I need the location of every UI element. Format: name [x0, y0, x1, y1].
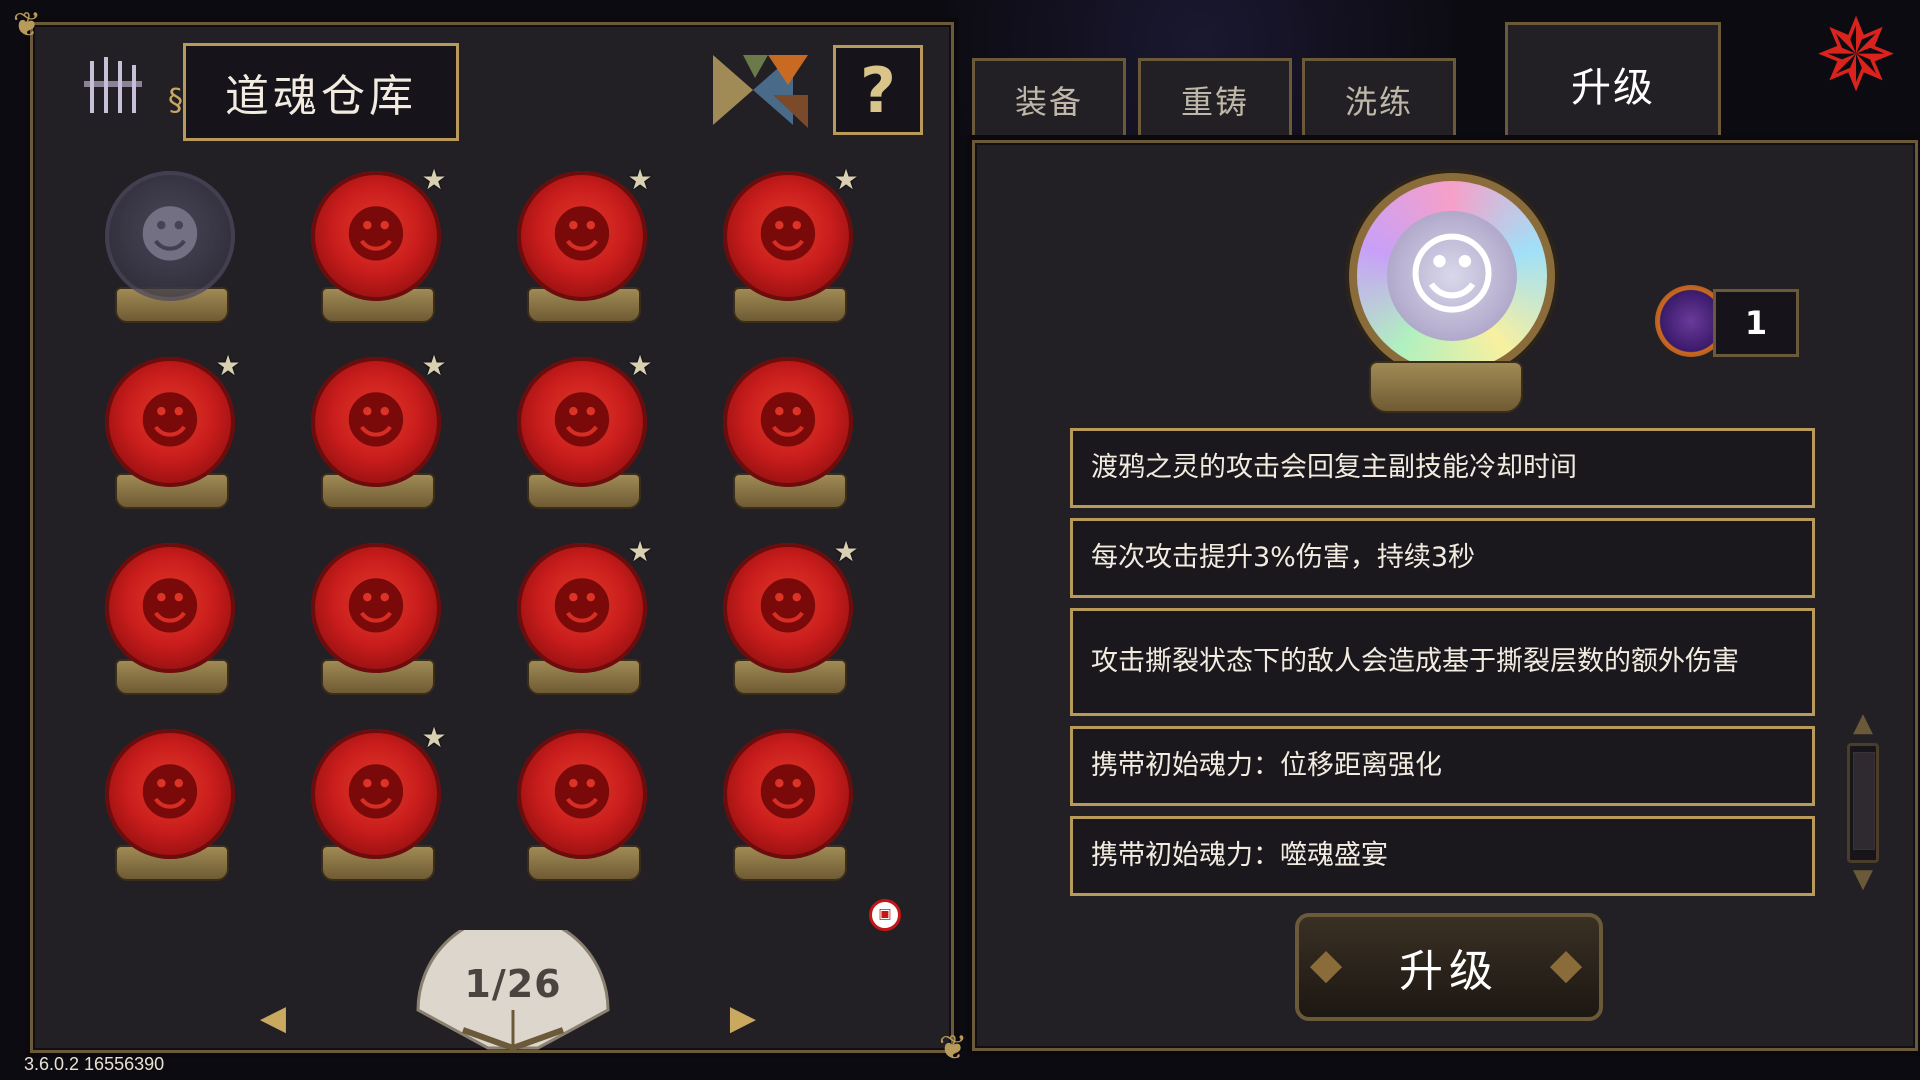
soul-portrait-icon: ☻ — [755, 756, 821, 829]
tangram-icon[interactable] — [713, 50, 813, 130]
effect-item: 携带初始魂力：位移距离强化 — [1070, 726, 1815, 806]
soul-slot[interactable]: ☻ ★ — [299, 351, 449, 511]
star-icon: ★ — [627, 349, 653, 382]
soul-portrait-icon: ☺ — [1405, 223, 1499, 328]
scroll-track[interactable] — [1847, 743, 1879, 863]
soul-slot[interactable]: ☻ ★ — [505, 537, 655, 697]
help-button[interactable]: ? — [833, 45, 923, 135]
star-icon: ★ — [627, 535, 653, 568]
star-icon: ★ — [627, 163, 653, 196]
star-icon: ★ — [421, 163, 447, 196]
effect-scrollbar[interactable]: ▲ ▼ — [1843, 710, 1883, 893]
soul-portrait-icon: ☻ — [343, 198, 409, 271]
selected-soul-orb: ☺ — [1349, 173, 1555, 379]
soul-grid: ☻ ☻ ★ ☻ ★ ☻ ★ ☻ ★ ☻ ★ ☻ ★ ☻ ☻ ☻ ☻ ★ ☻ ★ ☻ ☻ ★ ☻ ☻ — [93, 165, 913, 905]
effect-item: 渡鸦之灵的攻击会回复主副技能冷却时间 — [1070, 428, 1815, 508]
tab-equip[interactable]: 装备 — [972, 58, 1126, 139]
soul-slot[interactable]: ☻ ★ — [505, 165, 655, 325]
soul-portrait-icon: ☻ — [343, 384, 409, 457]
soul-portrait-icon: ☻ — [549, 756, 615, 829]
tab-reforge[interactable]: 重铸 — [1138, 58, 1292, 139]
soul-portrait-icon: ☻ — [343, 756, 409, 829]
lock-badge-icon: ▣ — [869, 899, 901, 931]
soul-orb: ☻ — [105, 171, 235, 301]
soul-orb: ☻ — [311, 543, 441, 673]
page-indicator: 1/26 — [464, 962, 562, 1006]
arrow-left-deco-icon: ◆ — [1309, 939, 1349, 988]
soul-slot[interactable]: ☻ ★ — [711, 537, 861, 697]
arrow-right-deco-icon: ◆ — [1549, 939, 1589, 988]
weapon-rack-icon — [84, 57, 142, 113]
arrow-left-icon[interactable]: ◀ — [253, 1000, 293, 1036]
soul-slot[interactable]: ☻ — [93, 723, 243, 883]
ornament-corner-icon: ❦ — [12, 5, 42, 45]
soul-orb: ☻ — [105, 543, 235, 673]
ornament-corner-icon: ❦ — [938, 1028, 968, 1068]
soul-portrait-icon: ☻ — [755, 570, 821, 643]
arrow-right-icon[interactable]: ▶ — [723, 1000, 763, 1036]
soul-warehouse-panel: ❦ ❦ § 道魂仓库 ? ☻ ☻ ★ ☻ ★ ☻ ★ ☻ ★ ☻ ★ ☻ ★ ☻ ☻ ☻ ☻ ★ ☻ ★ ☻ ☻ ★ ☻ ☻ ▣… — [13, 5, 968, 1068]
soul-portrait-icon: ☻ — [549, 384, 615, 457]
soul-slot[interactable]: ☻ ★ — [299, 723, 449, 883]
soul-portrait-icon: ☻ — [549, 570, 615, 643]
pinwheel-icon: ✵ — [1814, 0, 1898, 114]
soul-orb: ☻ — [723, 357, 853, 487]
effect-item: 攻击撕裂状态下的敌人会造成基于撕裂层数的额外伤害 — [1070, 608, 1815, 716]
star-icon: ★ — [833, 535, 859, 568]
soul-portrait-icon: ☻ — [137, 570, 203, 643]
upgrade-button-label: 升级 — [1399, 946, 1499, 997]
soul-portrait-icon: ☻ — [343, 570, 409, 643]
effect-item: 携带初始魂力：噬魂盛宴 — [1070, 816, 1815, 896]
soul-portrait-icon: ☻ — [137, 756, 203, 829]
currency-count: 1 — [1713, 289, 1799, 357]
star-icon: ★ — [833, 163, 859, 196]
soul-slot[interactable]: ☻ — [711, 351, 861, 511]
soul-slot[interactable]: ☻ ★ — [711, 165, 861, 325]
soul-portrait-icon: ☻ — [137, 384, 203, 457]
effect-item: 每次攻击提升3%伤害，持续3秒 — [1070, 518, 1815, 598]
soul-slot[interactable]: ☻ — [93, 165, 243, 325]
soul-portrait-icon: ☻ — [549, 198, 615, 271]
soul-slot[interactable]: ☻ ★ — [93, 351, 243, 511]
pagination: ◀ 1/26 ▶ — [253, 930, 773, 1060]
version-label: 3.6.0.2 16556390 — [24, 1054, 165, 1074]
soul-orb: ☻ — [105, 729, 235, 859]
soul-slot[interactable]: ☻ — [299, 537, 449, 697]
upgrade-currency: 1 — [1655, 285, 1799, 357]
soul-slot[interactable]: ☻ — [505, 723, 655, 883]
tab-upgrade[interactable]: 升级 — [1505, 22, 1721, 143]
soul-slot[interactable]: ☻ — [711, 723, 861, 883]
chevron-up-icon[interactable]: ▲ — [1847, 710, 1879, 736]
soul-portrait-icon: ☻ — [137, 198, 203, 271]
star-icon: ★ — [421, 349, 447, 382]
soul-orb: ☻ — [517, 729, 647, 859]
tab-refine[interactable]: 洗练 — [1302, 58, 1456, 139]
soul-slot[interactable]: ☻ ★ — [505, 351, 655, 511]
scroll-thumb[interactable] — [1853, 752, 1875, 850]
star-icon: ★ — [215, 349, 241, 382]
upgrade-button[interactable]: ◆ 升级 ◆ — [1295, 913, 1603, 1021]
soul-slot[interactable]: ☻ ★ — [299, 165, 449, 325]
orb-stand — [1369, 361, 1523, 413]
soul-portrait-icon: ☻ — [755, 384, 821, 457]
soul-slot[interactable]: ☻ — [93, 537, 243, 697]
soul-orb: ☻ — [723, 729, 853, 859]
soul-portrait-icon: ☻ — [755, 198, 821, 271]
chevron-down-icon[interactable]: ▼ — [1847, 866, 1879, 892]
upgrade-detail-panel: ☺ 1 渡鸦之灵的攻击会回复主副技能冷却时间 每次攻击提升3%伤害，持续3秒 攻… — [972, 140, 1918, 1051]
page-title: 道魂仓库 — [183, 43, 459, 141]
star-icon: ★ — [421, 721, 447, 754]
